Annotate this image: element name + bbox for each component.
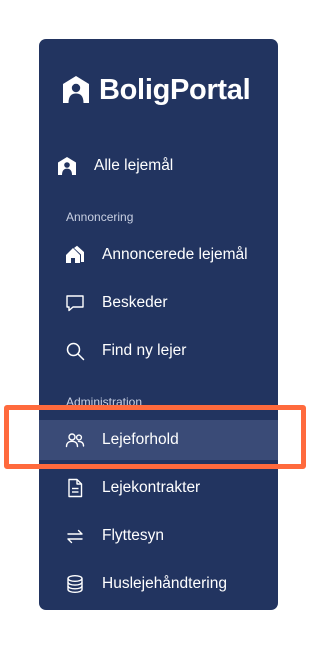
house-person-icon (56, 155, 78, 177)
houses-icon (64, 244, 86, 266)
nav-item-all-rentals[interactable]: Alle lejemål (39, 146, 278, 186)
nav-item-label: Lejeforhold (102, 431, 179, 448)
nav-item-label: Find ny lejer (102, 342, 187, 359)
database-icon (64, 573, 86, 595)
nav-item-announced-rentals[interactable]: Annoncerede lejemål (39, 235, 278, 275)
search-icon (64, 340, 86, 362)
brand-logo[interactable]: BoligPortal (61, 74, 251, 106)
nav-item-rent-management[interactable]: Huslejehåndtering (39, 564, 278, 604)
nav-item-label: Annoncerede lejemål (102, 246, 248, 263)
nav-item-label: Alle lejemål (94, 157, 174, 174)
section-title-administration: Administration (66, 395, 143, 409)
sidebar: BoligPortal Alle lejemål Annoncering Ann… (39, 39, 278, 610)
document-icon (64, 477, 86, 499)
nav-item-leases[interactable]: Lejekontrakter (39, 468, 278, 508)
nav-item-move-inspection[interactable]: Flyttesyn (39, 516, 278, 556)
nav-item-label: Lejekontrakter (102, 479, 201, 496)
nav-item-messages[interactable]: Beskeder (39, 283, 278, 323)
nav-item-tenancies[interactable]: Lejeforhold (39, 420, 278, 460)
house-person-icon (63, 76, 89, 103)
arrows-swap-icon (64, 525, 86, 547)
people-icon (64, 429, 86, 451)
brand-name: BoligPortal (99, 74, 251, 106)
nav-item-find-tenant[interactable]: Find ny lejer (39, 331, 278, 371)
nav-item-label: Flyttesyn (102, 527, 165, 544)
chat-icon (64, 292, 86, 314)
nav-item-label: Huslejehåndtering (102, 575, 227, 592)
nav-item-label: Beskeder (102, 294, 168, 311)
section-title-annoncering: Annoncering (66, 210, 134, 224)
